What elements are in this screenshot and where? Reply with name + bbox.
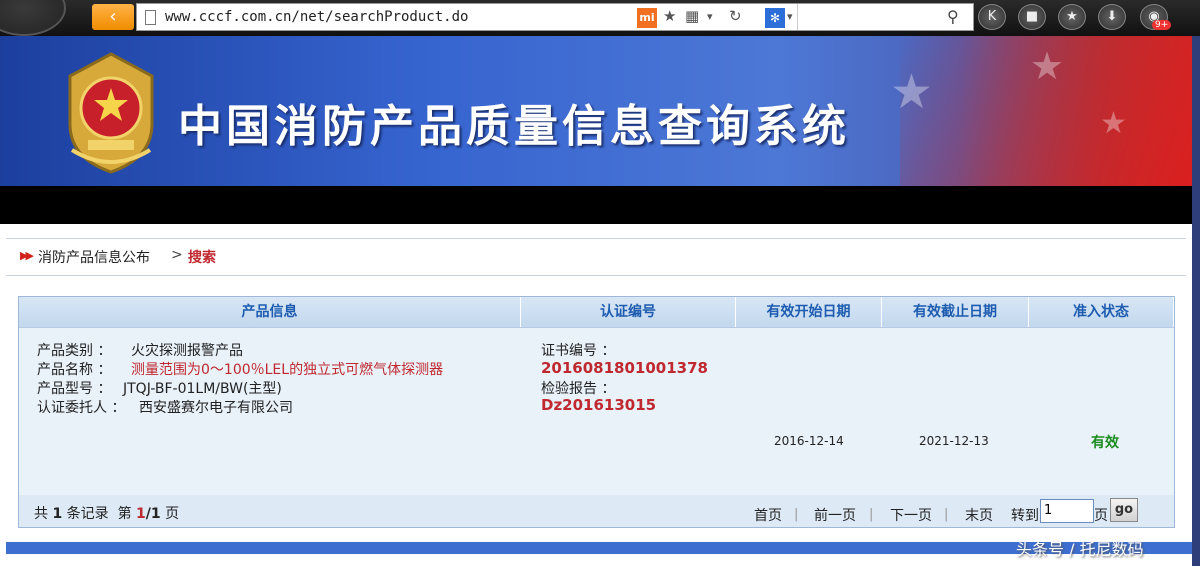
star-decoration-icon: ★: [1030, 44, 1065, 88]
product-name-label: 产品名称 ：: [37, 362, 112, 378]
breadcrumb: ▶▶ 消防产品信息公布 > 搜索: [6, 238, 1186, 276]
star-icon[interactable]: ★: [1058, 4, 1086, 30]
category-value: 火灾探测报警产品: [131, 343, 243, 359]
cert-number-label: 证书编号 ：: [541, 343, 616, 359]
report-label: 检验报告 ：: [541, 381, 616, 397]
search-icon[interactable]: ⚲: [947, 7, 959, 26]
breadcrumb-current: 搜索: [188, 250, 216, 266]
refresh-icon[interactable]: ↻: [729, 7, 742, 25]
client-label: 认证委托人 ：: [37, 400, 126, 416]
column-header-start-date: 有效开始日期: [736, 297, 882, 327]
model-value: JTQJ-BF-01LM/BW(主型): [123, 381, 282, 397]
product-name-value[interactable]: 测量范围为0～100％LEL的独立式可燃气体探测器: [131, 359, 443, 379]
page-icon: [145, 10, 156, 25]
back-arrow-icon[interactable]: ‹: [92, 4, 134, 30]
star-decoration-icon: ★: [890, 64, 934, 120]
status-badge: 有效: [1091, 435, 1119, 451]
pager-divider: |: [869, 507, 874, 522]
column-header-end-date: 有效截止日期: [882, 297, 1029, 327]
cert-number-value[interactable]: 2016081801001378: [541, 359, 708, 377]
download-icon[interactable]: ⬇: [1098, 4, 1126, 30]
browser-toolbar: ‹ www.cccf.com.cn/net/searchProduct.do m…: [0, 0, 1200, 36]
breadcrumb-home-link[interactable]: 消防产品信息公布: [38, 247, 150, 267]
browser-logo-icon[interactable]: [0, 0, 66, 36]
double-arrow-icon: ▶▶: [20, 249, 34, 262]
lock-icon[interactable]: ■: [1018, 4, 1046, 30]
pager-divider: |: [794, 507, 799, 522]
url-text[interactable]: www.cccf.com.cn/net/searchProduct.do: [165, 9, 468, 25]
mi-icon[interactable]: mi: [637, 8, 657, 28]
chevron-down-icon[interactable]: ▾: [707, 10, 713, 23]
page-title: 中国消防产品质量信息查询系统: [178, 101, 850, 152]
site-banner: ★ ★ ★ 中国消防产品质量信息查询系统: [0, 36, 1200, 186]
fire-emblem-icon: [68, 52, 154, 174]
record-count: 共 1 条记录 第 1/1 页: [34, 506, 180, 522]
next-page-link[interactable]: 下一页: [890, 505, 932, 525]
k-icon[interactable]: K: [978, 4, 1006, 30]
search-engine-icon[interactable]: ✻: [765, 8, 785, 28]
model-label: 产品型号 ：: [37, 381, 112, 397]
star-decoration-icon: ★: [1100, 106, 1127, 141]
breadcrumb-separator: >: [171, 247, 183, 263]
address-bar[interactable]: www.cccf.com.cn/net/searchProduct.do mi …: [136, 3, 974, 31]
last-page-link[interactable]: 末页: [965, 505, 993, 525]
footer-bar: [6, 542, 1192, 554]
results-table: 产品信息 认证编号 有效开始日期 有效截止日期 准入状态 产品类别 ： 火灾探测…: [18, 296, 1175, 528]
chevron-down-icon[interactable]: ▾: [787, 10, 793, 23]
goto-unit: 页: [1094, 508, 1108, 524]
window-edge: [1192, 36, 1200, 566]
column-header-product-info: 产品信息: [19, 297, 521, 327]
star-icon[interactable]: ★: [663, 7, 676, 25]
column-header-status: 准入状态: [1029, 297, 1174, 327]
pager-divider: |: [944, 507, 949, 522]
client-value: 西安盛赛尔电子有限公司: [139, 400, 293, 416]
column-header-cert-number: 认证编号: [521, 297, 736, 327]
nav-bar: [0, 186, 1192, 224]
end-date: 2021-12-13: [919, 434, 989, 448]
extension-badge: 9+: [1152, 20, 1172, 30]
prev-page-link[interactable]: 前一页: [814, 505, 856, 525]
first-page-link[interactable]: 首页: [754, 505, 782, 525]
report-value[interactable]: Dz201613015: [541, 396, 656, 414]
table-row: 产品类别 ： 火灾探测报警产品 产品名称 ： 测量范围为0～100％LEL的独立…: [19, 327, 1174, 495]
watermark: 头条号 / 托尼数码: [1016, 540, 1144, 559]
qr-code-icon[interactable]: ▦: [685, 7, 699, 25]
go-button[interactable]: go: [1110, 498, 1138, 522]
goto-label: 转到: [1011, 508, 1039, 524]
goto-page-input[interactable]: 1: [1040, 499, 1094, 523]
category-label: 产品类别 ：: [37, 343, 112, 359]
start-date: 2016-12-14: [774, 434, 844, 448]
